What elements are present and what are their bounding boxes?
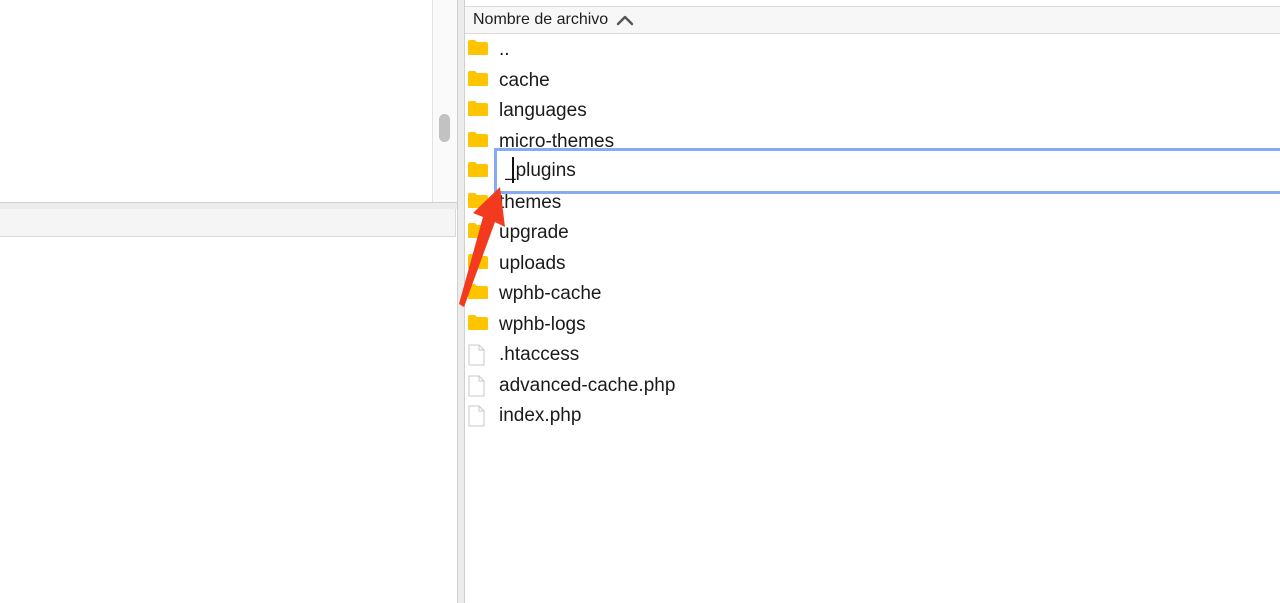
- file-name: themes: [499, 191, 562, 213]
- file-row[interactable]: advanced-cache.php: [465, 370, 1280, 401]
- document-icon: [467, 344, 485, 371]
- folder-row[interactable]: uploads: [465, 248, 1280, 279]
- folder-row[interactable]: upgrade: [465, 217, 1280, 248]
- folder-icon: [467, 100, 489, 122]
- remote-file-pane: Nombre de archivo .. cache languages micro-…: [465, 0, 1280, 603]
- file-name: index.php: [499, 405, 582, 426]
- local-file-list[interactable]: [0, 238, 457, 603]
- folder-row[interactable]: cache: [465, 65, 1280, 96]
- remote-file-list: .. cache languages micro-themes themes upgrad…: [465, 34, 1280, 431]
- folder-icon: [467, 70, 489, 92]
- file-name: wphb-logs: [499, 313, 586, 335]
- chevron-up-icon[interactable]: [616, 11, 634, 29]
- file-name: wphb-cache: [499, 283, 602, 304]
- folder-icon: [467, 222, 489, 244]
- folder-icon: [467, 161, 489, 183]
- local-tree-pane[interactable]: [0, 0, 457, 204]
- file-name: uploads: [499, 252, 566, 274]
- folder-icon: [467, 39, 489, 61]
- file-name: advanced-cache.php: [499, 374, 676, 396]
- folder-icon: [467, 314, 489, 336]
- folder-row[interactable]: ..: [465, 34, 1280, 65]
- local-tree-scrollbar[interactable]: [432, 0, 458, 204]
- local-list-header[interactable]: [0, 209, 456, 237]
- file-name: ..: [499, 39, 510, 60]
- column-header-label: Nombre de archivo: [473, 11, 609, 28]
- folder-row[interactable]: languages: [465, 95, 1280, 126]
- file-name: cache: [499, 69, 550, 91]
- file-row[interactable]: .htaccess: [465, 339, 1280, 370]
- file-name: languages: [499, 100, 587, 121]
- folder-row[interactable]: wphb-cache: [465, 278, 1280, 309]
- folder-icon: [467, 283, 489, 305]
- document-icon: [467, 405, 485, 432]
- file-name: upgrade: [499, 222, 569, 243]
- scrollbar-thumb[interactable]: [439, 114, 450, 142]
- filename-column-header[interactable]: Nombre de archivo: [465, 6, 1280, 34]
- folder-icon: [467, 253, 489, 275]
- folder-icon: [467, 192, 489, 214]
- file-name: .htaccess: [499, 344, 580, 365]
- rename-input[interactable]: [494, 148, 1280, 194]
- folder-row[interactable]: wphb-logs: [465, 309, 1280, 340]
- text-caret: [512, 157, 514, 183]
- vertical-splitter[interactable]: [457, 0, 465, 603]
- document-icon: [467, 375, 485, 402]
- file-row[interactable]: index.php: [465, 400, 1280, 431]
- folder-icon: [467, 131, 489, 153]
